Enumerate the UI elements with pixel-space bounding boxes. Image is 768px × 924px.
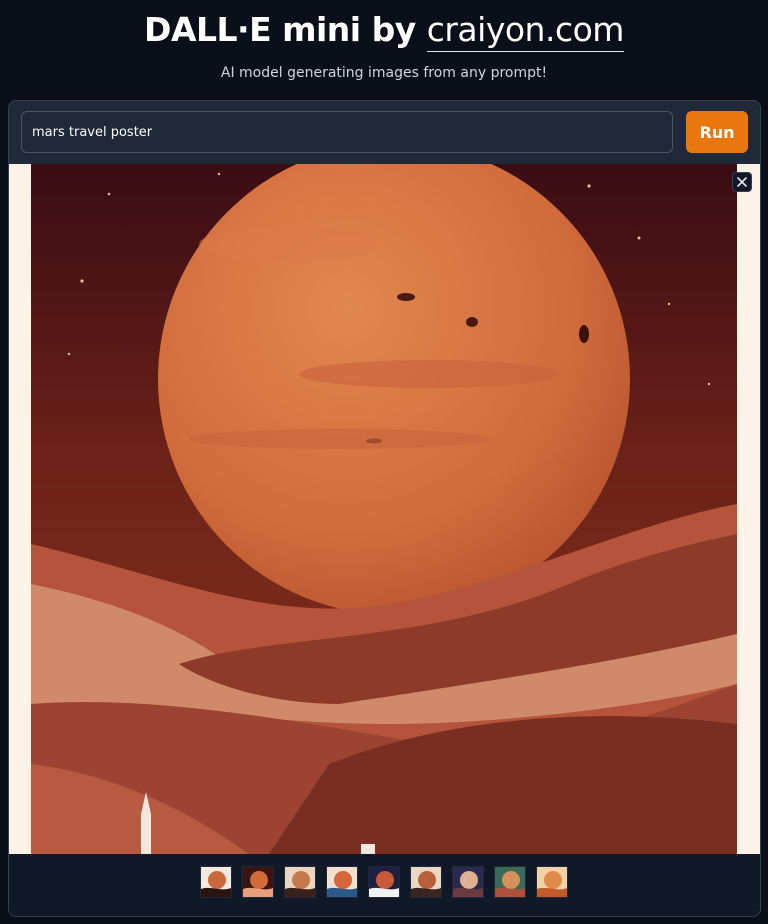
generated-image — [9, 164, 760, 854]
thumbnail-1[interactable] — [200, 866, 232, 898]
close-icon — [737, 177, 747, 187]
thumbnail-5[interactable] — [368, 866, 400, 898]
subtitle: AI model generating images from any prom… — [220, 65, 548, 81]
thumbnail-4[interactable] — [326, 866, 358, 898]
header: DALL·E mini by craiyon.com AI model gene… — [0, 0, 768, 96]
craiyon-link[interactable]: craiyon.com — [426, 10, 624, 52]
prompt-input[interactable] — [21, 111, 673, 153]
thumbnail-6[interactable] — [410, 866, 442, 898]
app-title: DALL·E mini by craiyon.com — [0, 10, 768, 52]
thumbnail-7[interactable] — [452, 866, 484, 898]
title-prefix: DALL·E mini by — [144, 10, 427, 49]
close-button[interactable] — [732, 172, 752, 192]
thumbnail-9[interactable] — [536, 866, 568, 898]
image-viewer — [9, 164, 760, 854]
run-button[interactable]: Run — [686, 111, 748, 153]
thumbnail-strip — [9, 854, 760, 916]
thumbnail-2[interactable] — [242, 866, 274, 898]
thumbnail-3[interactable] — [284, 866, 316, 898]
thumbnail-8[interactable] — [494, 866, 526, 898]
main-panel: Run — [8, 100, 761, 917]
